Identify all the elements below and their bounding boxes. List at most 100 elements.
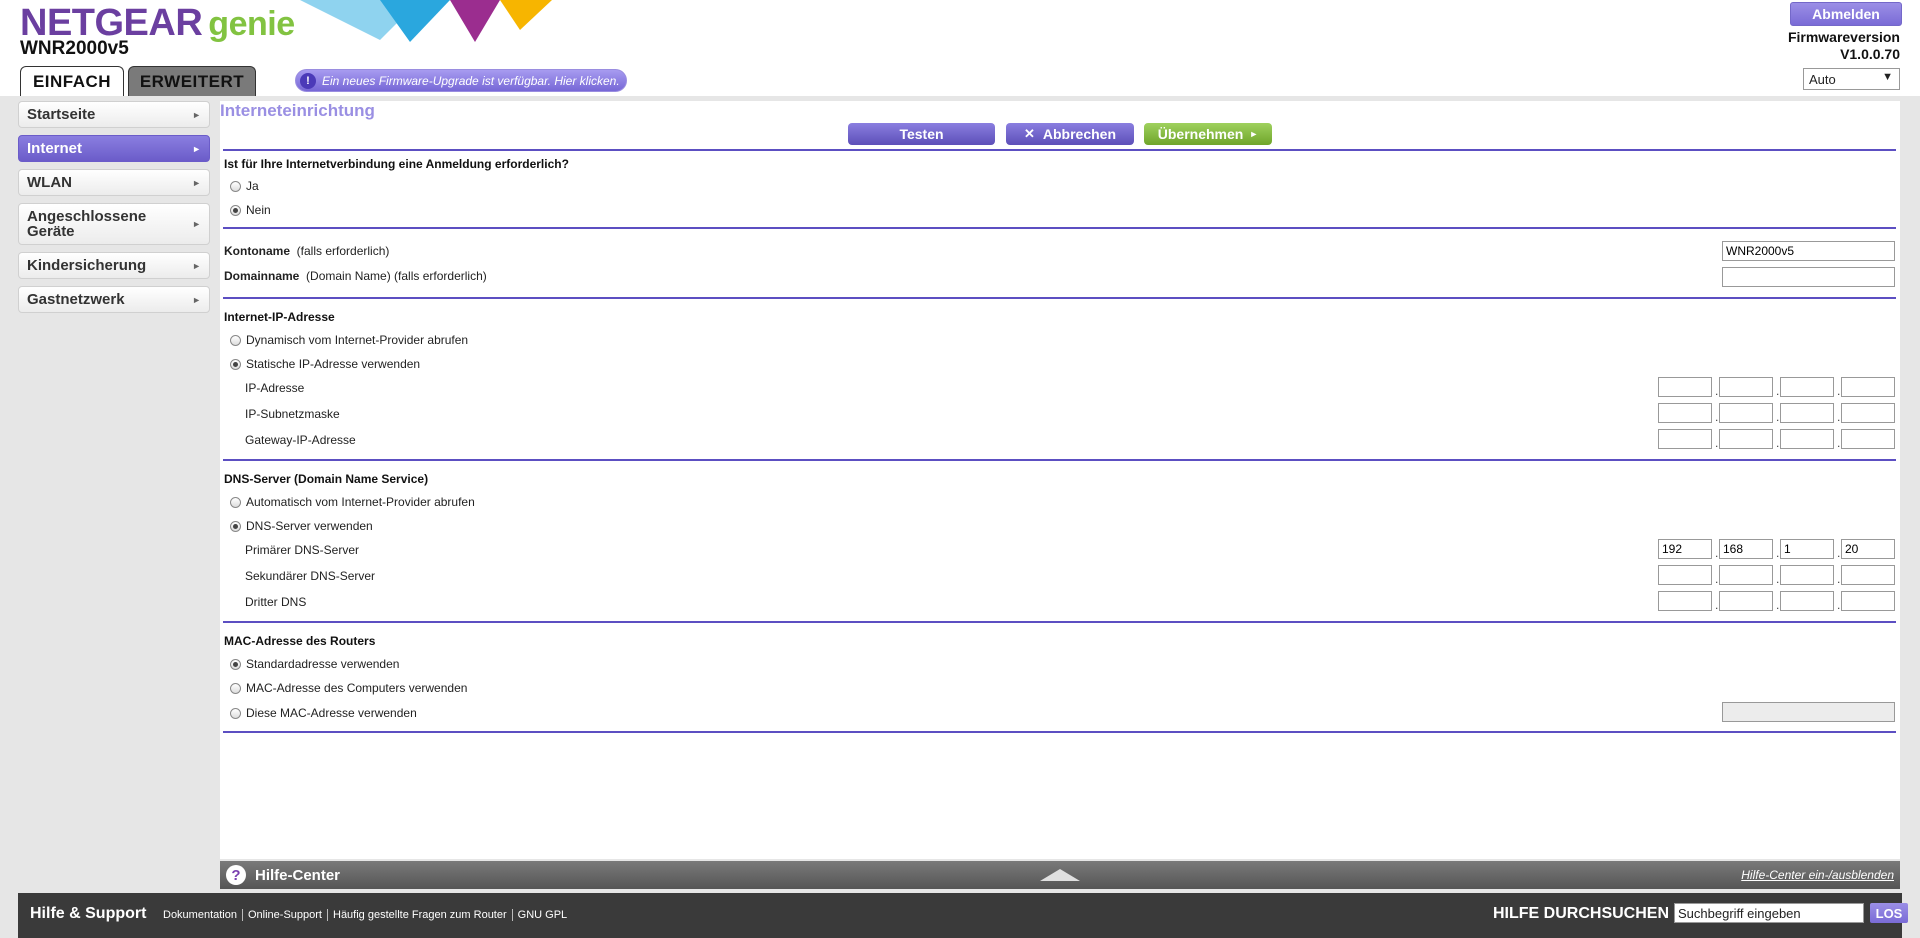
help-center-title: Hilfe-Center xyxy=(255,867,341,884)
account-name-hint: (falls erforderlich) xyxy=(296,244,390,258)
login-option-nein[interactable]: Nein xyxy=(230,203,271,217)
help-center-bar[interactable]: ? Hilfe-Center Hilfe-Center ein-/ausblen… xyxy=(220,861,1900,889)
apply-button-label: Übernehmen xyxy=(1157,126,1244,142)
ip-address-octet-2[interactable] xyxy=(1719,377,1773,397)
radio-button[interactable] xyxy=(230,520,241,532)
option-label: Automatisch vom Internet-Provider abrufe… xyxy=(246,495,475,509)
firmware-upgrade-notice[interactable]: ! Ein neues Firmware-Upgrade ist verfügb… xyxy=(295,69,627,92)
dns-title: DNS-Server (Domain Name Service) xyxy=(224,472,429,486)
chevron-right-icon: ► xyxy=(192,109,201,120)
firmware-version: V1.0.0.70 xyxy=(1840,46,1900,62)
secondary-dns-octet-2[interactable] xyxy=(1719,565,1773,585)
footer-title: Hilfe & Support xyxy=(30,905,147,922)
option-label: Diese MAC-Adresse verwenden xyxy=(246,706,417,720)
mac-title: MAC-Adresse des Routers xyxy=(224,634,376,648)
cancel-button[interactable]: ✕ Abbrechen xyxy=(1006,123,1134,145)
sidebar-item-internet[interactable]: Internet ► xyxy=(18,135,210,162)
main-content: Interneteinrichtung Testen ✕ Abbrechen Ü… xyxy=(220,101,1900,859)
tab-einfach[interactable]: EINFACH xyxy=(20,66,124,96)
domain-name-input[interactable] xyxy=(1722,267,1895,287)
gateway-ip-octet-2[interactable] xyxy=(1719,429,1773,449)
chevron-right-icon: ► xyxy=(192,260,201,271)
primary-dns-octet-1[interactable] xyxy=(1658,539,1712,559)
subnet-mask-octet-4[interactable] xyxy=(1841,403,1895,423)
apply-button[interactable]: Übernehmen ► xyxy=(1144,123,1272,145)
sidebar-item-label: WLAN xyxy=(27,174,72,191)
test-button[interactable]: Testen xyxy=(848,123,995,145)
close-icon: ✕ xyxy=(1023,126,1035,141)
ip-address-octet-3[interactable] xyxy=(1780,377,1834,397)
radio-button[interactable] xyxy=(230,496,241,508)
ip-address-octet-1[interactable] xyxy=(1658,377,1712,397)
third-dns-octet-4[interactable] xyxy=(1841,591,1895,611)
footer-link-online-support[interactable]: Online-Support xyxy=(243,909,328,921)
option-label: Ja xyxy=(246,179,259,193)
sidebar-item-startseite[interactable]: Startseite ► xyxy=(18,101,210,128)
help-search-input[interactable] xyxy=(1674,903,1864,923)
help-search-button[interactable]: LOS xyxy=(1870,903,1908,923)
footer-link-faq[interactable]: Häufig gestellte Fragen zum Router xyxy=(328,909,513,921)
ip-address-octet-4[interactable] xyxy=(1841,377,1895,397)
primary-dns-octet-2[interactable] xyxy=(1719,539,1773,559)
subnet-mask-octet-2[interactable] xyxy=(1719,403,1773,423)
third-dns-octet-2[interactable] xyxy=(1719,591,1773,611)
custom-mac-input[interactable] xyxy=(1722,702,1895,722)
login-question: Ist für Ihre Internetverbindung eine Anm… xyxy=(224,157,569,171)
subnet-mask-octet-1[interactable] xyxy=(1658,403,1712,423)
gateway-ip-octet-4[interactable] xyxy=(1841,429,1895,449)
secondary-dns-octet-1[interactable] xyxy=(1658,565,1712,585)
dns-option-auto[interactable]: Automatisch vom Internet-Provider abrufe… xyxy=(230,495,475,509)
firmware-upgrade-notice-text: Ein neues Firmware-Upgrade ist verfügbar… xyxy=(322,73,620,88)
internet-ip-title: Internet-IP-Adresse xyxy=(224,310,335,324)
section-divider xyxy=(223,227,1896,229)
dns-option-manual[interactable]: DNS-Server verwenden xyxy=(230,519,373,533)
sidebar-item-angeschlossene-geraete[interactable]: Angeschlossene Geräte ► xyxy=(18,203,210,245)
footer-link-gnu-gpl[interactable]: GNU GPL xyxy=(513,909,573,921)
tab-erweitert[interactable]: ERWEITERT xyxy=(128,66,256,96)
help-center-toggle-link[interactable]: Hilfe-Center ein-/ausblenden xyxy=(1741,868,1894,882)
sidebar-item-label: Startseite xyxy=(27,106,96,123)
logout-button[interactable]: Abmelden xyxy=(1790,2,1902,26)
ip-option-static[interactable]: Statische IP-Adresse verwenden xyxy=(230,357,420,371)
radio-button[interactable] xyxy=(230,180,241,192)
radio-button[interactable] xyxy=(230,358,241,370)
third-dns-octet-1[interactable] xyxy=(1658,591,1712,611)
gateway-ip-octet-3[interactable] xyxy=(1780,429,1834,449)
gateway-ip-label: Gateway-IP-Adresse xyxy=(245,433,356,447)
footer: Hilfe & Support Dokumentation Online-Sup… xyxy=(18,893,1908,938)
third-dns-octet-3[interactable] xyxy=(1780,591,1834,611)
sidebar-item-wlan[interactable]: WLAN ► xyxy=(18,169,210,196)
radio-button[interactable] xyxy=(230,204,241,216)
page-title: Interneteinrichtung xyxy=(220,101,375,120)
footer-links: Dokumentation Online-Support Häufig gest… xyxy=(158,909,572,921)
radio-button[interactable] xyxy=(230,707,241,719)
secondary-dns-octet-3[interactable] xyxy=(1780,565,1834,585)
radio-button[interactable] xyxy=(230,682,241,694)
primary-dns-octet-3[interactable] xyxy=(1780,539,1834,559)
mac-option-custom[interactable]: Diese MAC-Adresse verwenden xyxy=(230,706,417,720)
sidebar-item-label: Angeschlossene Geräte xyxy=(27,208,147,240)
subnet-mask-octet-3[interactable] xyxy=(1780,403,1834,423)
footer-link-documentation[interactable]: Dokumentation xyxy=(158,909,243,921)
sidebar-item-kindersicherung[interactable]: Kindersicherung ► xyxy=(18,252,210,279)
third-dns-label: Dritter DNS xyxy=(245,595,307,609)
sidebar-item-label: Gastnetzwerk xyxy=(27,291,125,308)
sidebar-item-label: Internet xyxy=(27,140,83,157)
gateway-ip-octet-1[interactable] xyxy=(1658,429,1712,449)
expand-up-icon[interactable] xyxy=(1040,869,1080,881)
language-select[interactable]: Auto ▼ xyxy=(1803,68,1900,90)
ip-option-dynamic[interactable]: Dynamisch vom Internet-Provider abrufen xyxy=(230,333,468,347)
secondary-dns-octet-4[interactable] xyxy=(1841,565,1895,585)
radio-button[interactable] xyxy=(230,334,241,346)
header: NETGEAR genie WNR2000v5 EINFACH ERWEITERT… xyxy=(0,0,1920,96)
option-label: Nein xyxy=(246,203,271,217)
mac-option-default[interactable]: Standardadresse verwenden xyxy=(230,657,399,671)
login-option-ja[interactable]: Ja xyxy=(230,179,259,193)
account-name-input[interactable] xyxy=(1722,241,1895,261)
chevron-right-icon: ► xyxy=(192,177,201,188)
mac-option-computer[interactable]: MAC-Adresse des Computers verwenden xyxy=(230,681,467,695)
primary-dns-octet-4[interactable] xyxy=(1841,539,1895,559)
radio-button[interactable] xyxy=(230,658,241,670)
sidebar-item-gastnetzwerk[interactable]: Gastnetzwerk ► xyxy=(18,286,210,313)
section-divider xyxy=(223,459,1896,461)
